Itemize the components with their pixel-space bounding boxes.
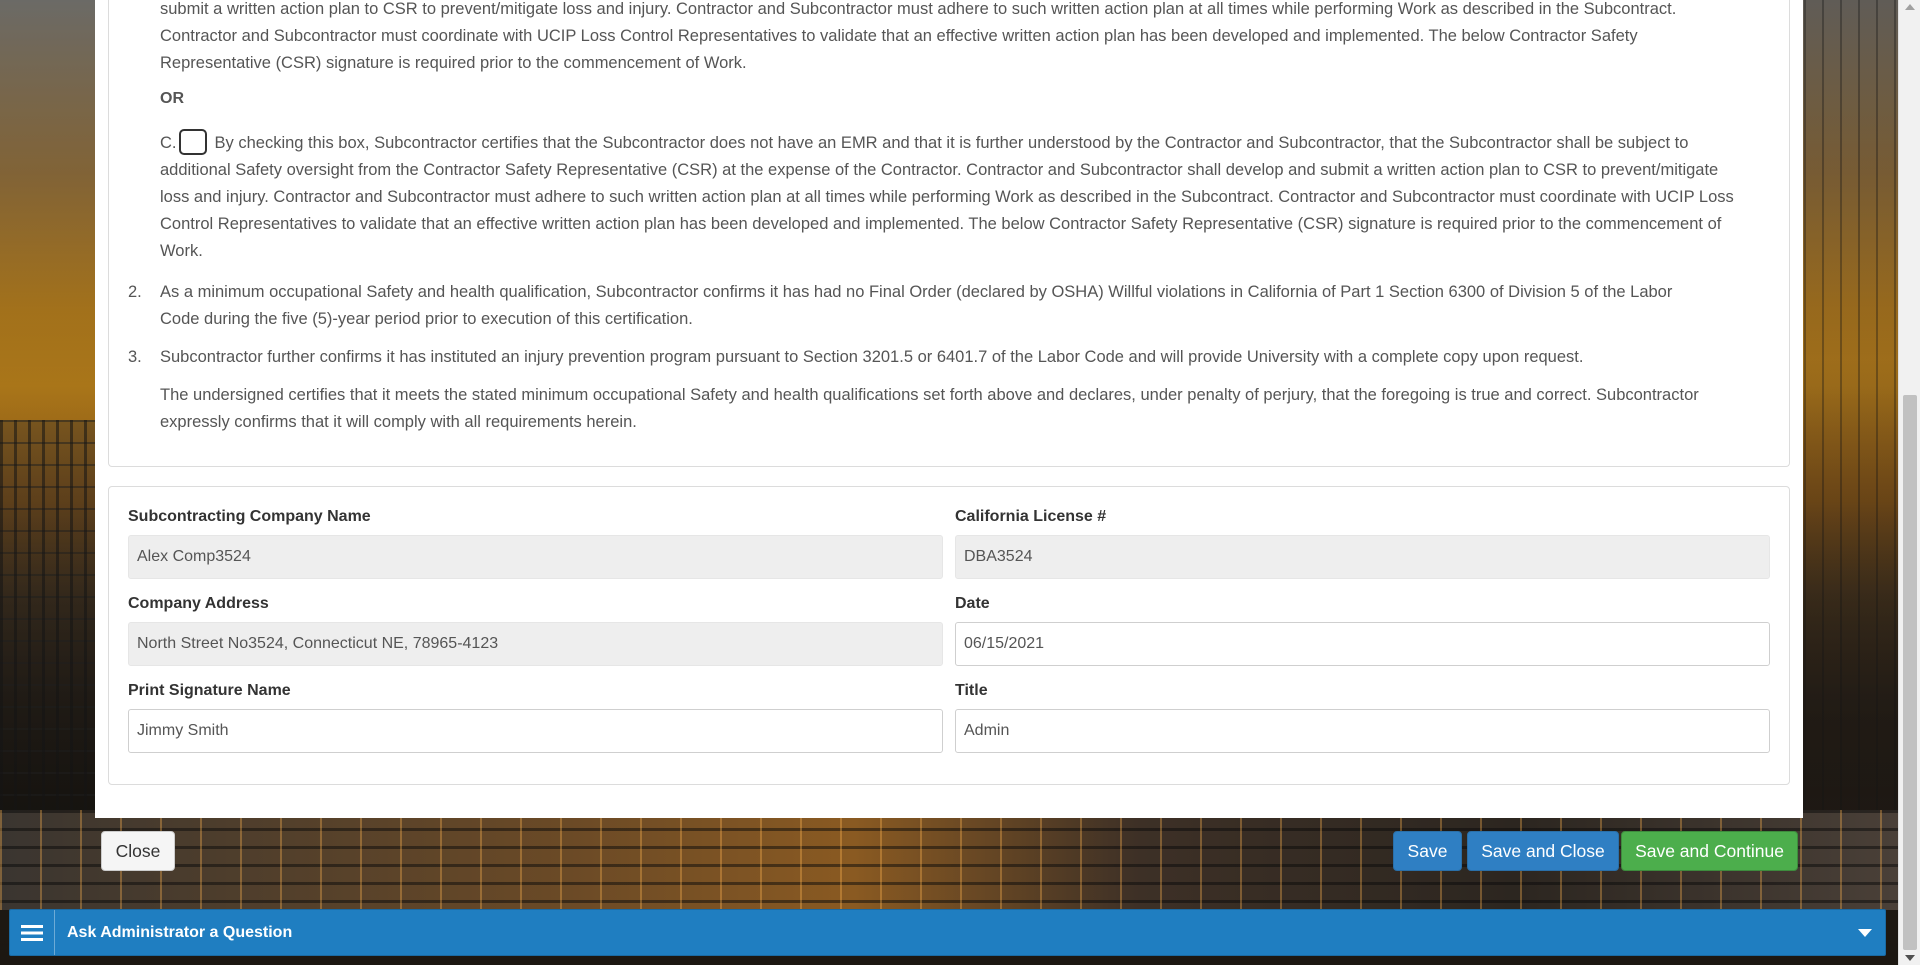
item-2-text: As a minimum occupational Safety and hea… xyxy=(160,283,1673,328)
emr-checkbox[interactable] xyxy=(178,128,207,155)
final-paragraph: The undersigned certifies that it meets … xyxy=(160,386,1699,431)
save-and-continue-button[interactable]: Save and Continue xyxy=(1621,831,1798,871)
company-name-label: Subcontracting Company Name xyxy=(128,508,371,525)
address-field: North Street No3524, Connecticut NE, 789… xyxy=(128,622,943,666)
item-3-number: 3. xyxy=(128,348,142,366)
title-label: Title xyxy=(955,682,988,699)
item-c-text: By checking this box, Subcontractor cert… xyxy=(160,134,1734,260)
scroll-up-icon[interactable] xyxy=(1905,4,1915,10)
top-paragraph: submit a written action plan to CSR to p… xyxy=(160,0,1677,72)
license-label: California License # xyxy=(955,508,1107,525)
address-label: Company Address xyxy=(128,595,269,612)
signature-name-label: Print Signature Name xyxy=(128,682,291,699)
or-label: OR xyxy=(160,90,184,107)
item-c-prefix: C. xyxy=(160,134,177,152)
ask-administrator-title: Ask Administrator a Question xyxy=(67,923,293,941)
close-button[interactable]: Close xyxy=(101,831,175,871)
background-structure-left xyxy=(0,420,96,820)
scrollbar-thumb[interactable] xyxy=(1903,395,1917,950)
ask-administrator-bar[interactable]: Ask Administrator a Question xyxy=(9,909,1886,956)
save-button[interactable]: Save xyxy=(1393,831,1462,871)
license-field: DBA3524 xyxy=(955,535,1770,579)
save-and-close-button[interactable]: Save and Close xyxy=(1467,831,1619,871)
hamburger-icon[interactable] xyxy=(10,910,55,955)
item-3-text: Subcontractor further confirms it has in… xyxy=(160,348,1584,366)
date-label: Date xyxy=(955,595,990,612)
title-field[interactable]: Admin xyxy=(955,709,1770,753)
page-scrollbar[interactable] xyxy=(1898,0,1920,965)
company-name-field: Alex Comp3524 xyxy=(128,535,943,579)
item-c: C. By checking this box, Subcontractor ce… xyxy=(160,128,1740,265)
certification-card: submit a written action plan to CSR to p… xyxy=(95,0,1803,818)
signature-name-field[interactable]: Jimmy Smith xyxy=(128,709,943,753)
scroll-down-icon[interactable] xyxy=(1905,955,1915,961)
date-field[interactable]: 06/15/2021 xyxy=(955,622,1770,666)
chevron-down-icon[interactable] xyxy=(1845,928,1885,938)
item-2-number: 2. xyxy=(128,283,142,301)
